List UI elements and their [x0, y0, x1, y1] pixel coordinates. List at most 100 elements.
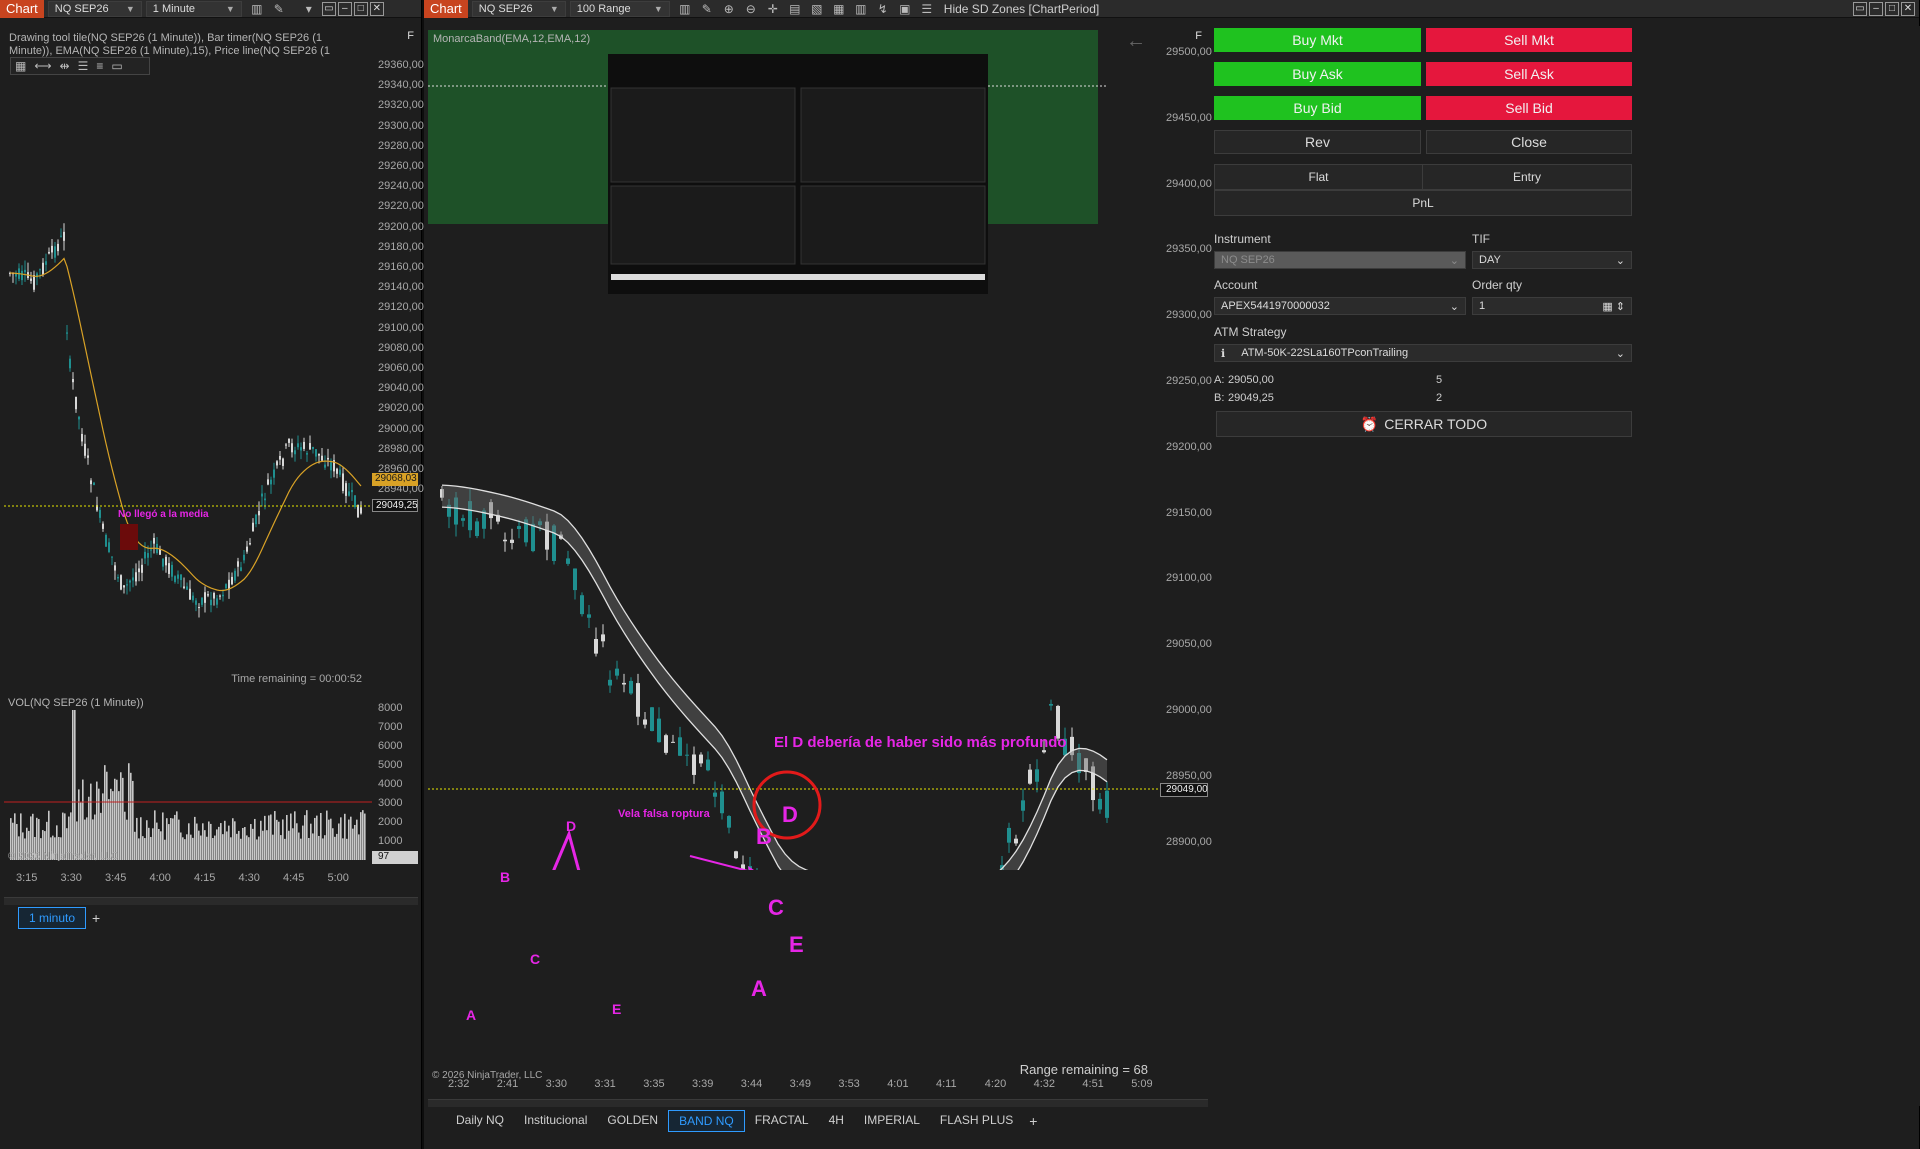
candle-body — [699, 754, 703, 764]
instrument-selector[interactable]: NQ SEP26 ▼ — [471, 0, 566, 17]
crosshair-icon[interactable]: ✛ — [766, 2, 780, 16]
account-select[interactable]: APEX5441970000032 ⌄ — [1214, 297, 1466, 315]
sell-ask-button[interactable]: Sell Ask — [1426, 62, 1632, 86]
list-icon[interactable]: ☰ — [920, 2, 934, 16]
candle-body — [629, 680, 633, 694]
buy-market-button[interactable]: Buy Mkt — [1214, 28, 1421, 52]
snapshot-icon[interactable]: ▣ — [898, 2, 912, 16]
tick-label: 29320,00 — [378, 99, 424, 112]
f-button[interactable]: F — [1195, 30, 1202, 42]
sell-bid-button[interactable]: Sell Bid — [1426, 96, 1632, 120]
left-tab-bar: 1 minuto + — [18, 907, 106, 929]
volume-bar — [328, 819, 330, 860]
reverse-button[interactable]: Rev — [1214, 130, 1421, 154]
chart-letter-b: B — [756, 824, 772, 849]
candle-body — [1028, 769, 1032, 784]
order-qty-input[interactable]: 1 ▦ ⇕ — [1472, 297, 1632, 315]
zoom-in-icon[interactable]: ⊕ — [722, 2, 736, 16]
dropdown-icon[interactable]: ▾ — [302, 2, 316, 16]
time-tick-label: 3:49 — [789, 1078, 812, 1090]
ema-line — [9, 257, 362, 592]
maximize-icon[interactable]: □ — [353, 1, 368, 16]
tab-flash-plus[interactable]: FLASH PLUS — [930, 1110, 1023, 1132]
chart-menu-button[interactable]: Chart — [424, 0, 468, 18]
volume-bar — [206, 836, 208, 860]
volume-bar — [340, 817, 342, 860]
f-button[interactable]: F — [407, 30, 414, 42]
tick-label: 28980,00 — [378, 442, 424, 455]
left-price-panel[interactable]: Drawing tool tile(NQ SEP26 (1 Minute)), … — [4, 26, 372, 688]
indicators-icon[interactable]: ▥ — [854, 2, 868, 16]
layout-icon[interactable]: ▭ — [321, 1, 336, 16]
interval-selector[interactable]: 1 Minute ▼ — [145, 0, 242, 17]
left-scrollbar[interactable] — [4, 897, 418, 905]
volume-bar — [168, 824, 170, 860]
zoom-out-icon[interactable]: ⊖ — [744, 2, 758, 16]
candle-body — [246, 546, 248, 552]
buy-ask-button[interactable]: Buy Ask — [1214, 62, 1421, 86]
volume-bar — [268, 815, 270, 860]
cerrar-todo-button[interactable]: ⏰ CERRAR TODO — [1216, 411, 1632, 437]
maximize-icon[interactable]: □ — [1885, 1, 1899, 16]
tab-imperial[interactable]: IMPERIAL — [854, 1110, 930, 1132]
add-tab-button[interactable]: + — [1023, 1113, 1043, 1129]
volume-bar — [216, 829, 218, 860]
volume-bar — [194, 816, 196, 860]
close-icon[interactable]: ✕ — [369, 1, 384, 16]
atm-strategy-label: ATM Strategy — [1214, 325, 1287, 339]
instrument-selector[interactable]: NQ SEP26 ▼ — [47, 0, 142, 17]
candle-body — [234, 570, 236, 581]
bar-chart-icon[interactable]: ▥ — [250, 2, 264, 16]
candle-body — [342, 473, 344, 491]
layout-icon[interactable]: ▭ — [1853, 1, 1867, 16]
tab-golden[interactable]: GOLDEN — [597, 1110, 668, 1132]
candle-body — [306, 453, 308, 455]
sell-market-button[interactable]: Sell Mkt — [1426, 28, 1632, 52]
right-scrollbar[interactable] — [428, 1099, 1208, 1107]
drawing-tool-icon[interactable]: ✎ — [272, 2, 286, 16]
candle-body — [90, 480, 92, 485]
tab-4h[interactable]: 4H — [819, 1110, 854, 1132]
templates-icon[interactable]: ▧ — [810, 2, 824, 16]
candle-body — [24, 269, 26, 273]
volume-bar — [360, 812, 362, 860]
buy-bid-button[interactable]: Buy Bid — [1214, 96, 1421, 120]
close-button[interactable]: Close — [1426, 130, 1632, 154]
minimize-icon[interactable]: – — [337, 1, 352, 16]
close-icon[interactable]: ✕ — [1901, 1, 1915, 16]
atm-strategy-select[interactable]: ℹ ATM-50K-22SLa160TPconTrailing ⌄ — [1214, 344, 1632, 362]
candle-body — [285, 444, 287, 446]
drawing-tool-icon[interactable]: ✎ — [700, 2, 714, 16]
candle-body — [608, 679, 612, 686]
properties-icon[interactable]: ▤ — [788, 2, 802, 16]
right-price-panel[interactable]: MonarcaBand(EMA,12,EMA,12) ← El D deberí… — [428, 26, 1160, 1081]
volume-bar — [132, 780, 134, 860]
time-tick-label: 4:32 — [1033, 1078, 1056, 1090]
volume-bar — [196, 823, 198, 860]
candle-body — [60, 235, 62, 237]
candle-body — [339, 469, 341, 475]
ema-price-marker: 29068,03 — [372, 473, 418, 486]
instrument-label: Instrument — [1214, 232, 1271, 246]
volume-bar — [308, 837, 310, 860]
tab-institucional[interactable]: Institucional — [514, 1110, 597, 1132]
volume-bar — [144, 838, 146, 860]
back-arrow-icon[interactable]: ← — [1126, 30, 1146, 53]
calculator-icon[interactable]: ▦ ⇕ — [1602, 300, 1625, 313]
add-tab-button[interactable]: + — [86, 910, 106, 926]
data-box-icon[interactable]: ▦ — [832, 2, 846, 16]
tab-1-minuto[interactable]: 1 minuto — [18, 907, 87, 929]
tab-daily-nq[interactable]: Daily NQ — [446, 1110, 514, 1132]
tab-fractal[interactable]: FRACTAL — [745, 1110, 819, 1132]
minimize-icon[interactable]: – — [1869, 1, 1883, 16]
candle-body — [727, 816, 731, 828]
chart-menu-button[interactable]: Chart — [0, 0, 44, 18]
tif-select[interactable]: DAY ⌄ — [1472, 251, 1632, 269]
tab-band-nq[interactable]: BAND NQ — [668, 1110, 745, 1132]
left-volume-panel[interactable]: VOL(NQ SEP26 (1 Minute)) © 2026 NinjaTra… — [4, 692, 372, 870]
volume-bar — [184, 839, 186, 860]
sd-zones-toggle[interactable]: Hide SD Zones [ChartPeriod] — [944, 2, 1099, 16]
bar-chart-icon[interactable]: ▥ — [678, 2, 692, 16]
strategies-icon[interactable]: ↯ — [876, 2, 890, 16]
interval-selector[interactable]: 100 Range ▼ — [569, 0, 670, 17]
